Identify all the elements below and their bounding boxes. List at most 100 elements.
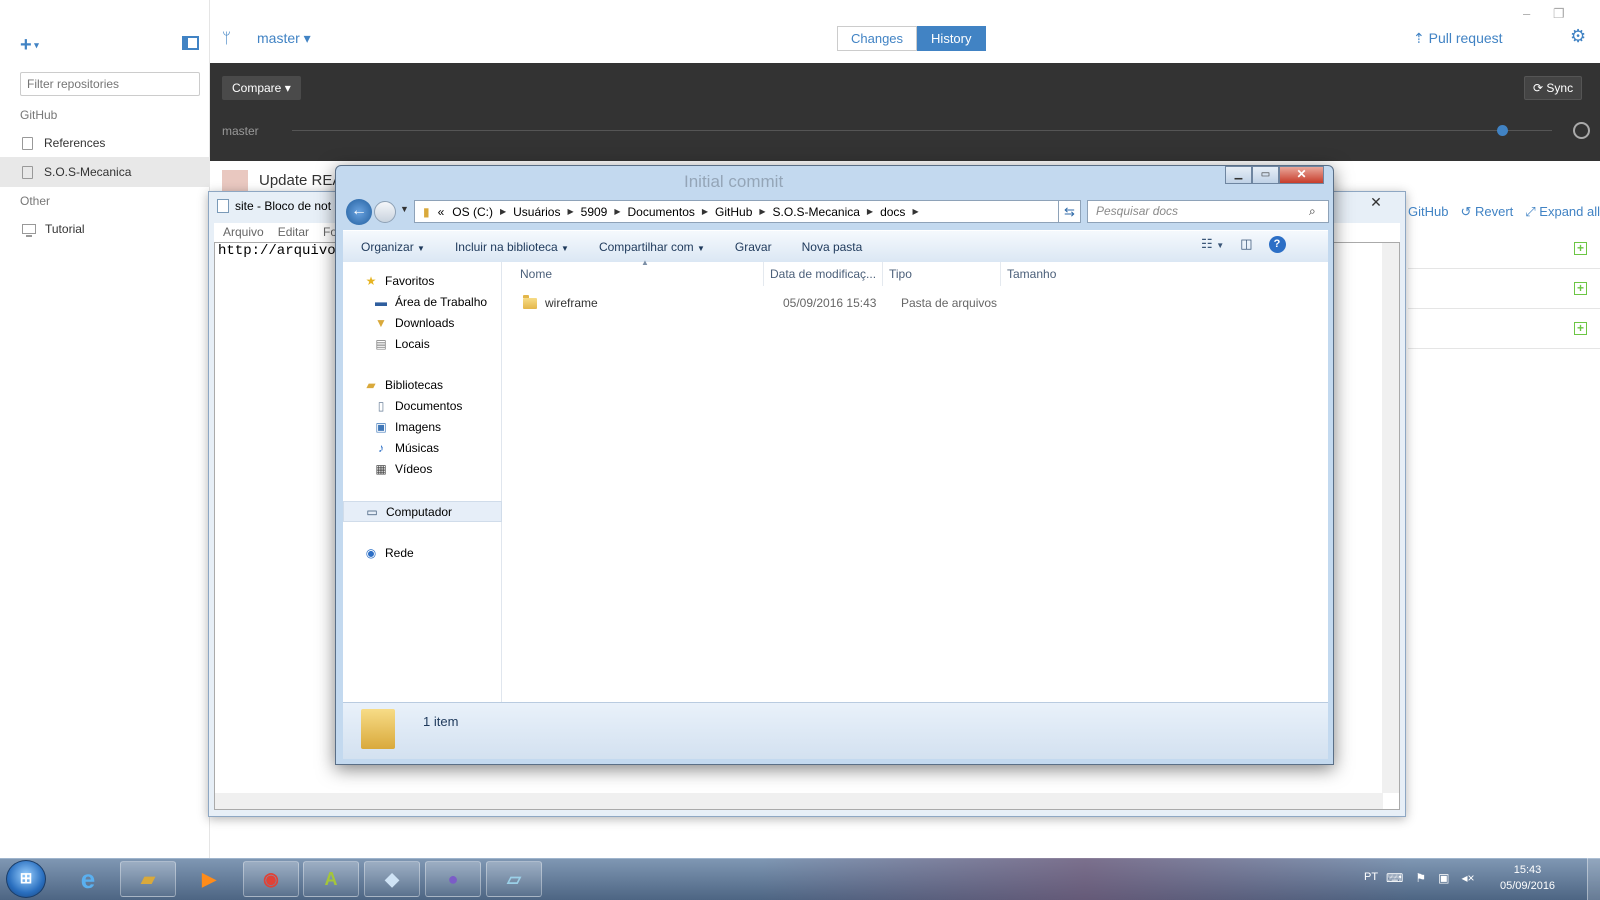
refresh-icon[interactable]: ⇆ [1058,200,1081,223]
sync-button[interactable]: ⟳ Sync [1524,76,1583,100]
include-in-library-menu[interactable]: Incluir na biblioteca ▼ [455,240,569,254]
open-on-github-link[interactable]: GitHub [1408,204,1448,220]
breadcrumb-arrow-icon[interactable]: ▶ [909,207,921,216]
burn-button[interactable]: Gravar [735,240,772,254]
added-file-icon: + [1574,242,1587,255]
android-studio-icon[interactable]: A [303,861,359,897]
github-desktop-icon[interactable]: ● [425,861,481,897]
breadcrumb-arrow-icon[interactable]: ▶ [864,207,876,216]
start-button[interactable]: ⊞ [6,860,46,898]
recent-pages-chevron-icon[interactable]: ▼ [400,204,409,214]
search-icon[interactable]: ⌕ [1309,204,1316,219]
virtualbox-icon[interactable]: ◆ [364,861,420,897]
nav-label: Bibliotecas [385,377,444,392]
minimize-icon[interactable]: – [1523,6,1530,21]
column-size[interactable]: Tamanho [1001,262,1080,286]
timeline-head-ring[interactable] [1573,122,1590,139]
pull-request-label: Pull request [1428,30,1503,46]
menu-item-edit[interactable]: Editar [278,223,309,242]
view-options-icon[interactable]: ☷ ▼ [1201,236,1224,253]
column-name[interactable]: Nome [502,262,764,286]
search-input[interactable]: Pesquisar docs [1087,200,1329,223]
compare-button[interactable]: Compare ▾ [222,76,301,100]
network-status-icon[interactable]: ▣ [1438,871,1449,885]
share-with-menu[interactable]: Compartilhar com ▼ [599,240,705,254]
nav-images[interactable]: ▣ Imagens [343,416,502,437]
pull-request-button[interactable]: ⇡ Pull request [1413,30,1503,47]
file-row[interactable]: + [1408,229,1600,269]
sidebar-item-references[interactable]: References [0,128,210,158]
breadcrumb-arrow-icon[interactable]: ▶ [699,207,711,216]
nav-downloads[interactable]: ▼ Downloads [343,312,502,333]
nav-documents[interactable]: ▯ Documentos [343,395,502,416]
breadcrumb-item[interactable]: 5909 [577,205,612,219]
desktop-icon: ▬ [375,294,387,309]
breadcrumb-item[interactable]: docs [876,205,909,219]
address-bar[interactable]: ▮ « OS (C:) ▶ Usuários ▶ 5909 ▶ Documentos ▶… [414,200,1076,223]
language-indicator[interactable]: PT [1364,871,1378,883]
nav-desktop[interactable]: ▬ Área de Trabalho [343,291,502,312]
gear-icon[interactable]: ⚙ [1570,26,1586,47]
close-icon[interactable]: ✕ [1279,166,1324,184]
media-player-icon[interactable]: ▶ [181,861,237,897]
add-repository-button[interactable]: + ▾ [20,34,39,57]
action-center-flag-icon[interactable]: ⚑ [1415,871,1426,885]
timeline-commit-dot[interactable] [1497,125,1508,136]
help-icon[interactable]: ? [1268,236,1286,253]
maximize-icon[interactable]: ▭ [1252,166,1279,184]
file-row[interactable]: + [1408,309,1600,349]
breadcrumb-arrow-icon[interactable]: ▶ [756,207,768,216]
new-folder-button[interactable]: Nova pasta [802,240,863,254]
file-row[interactable]: + [1408,269,1600,309]
horizontal-scrollbar[interactable] [215,793,1383,809]
column-date[interactable]: Data de modificaç... [764,262,883,286]
keyboard-icon[interactable]: ⌨ [1386,871,1403,885]
file-explorer-icon[interactable]: ▰ [120,861,176,897]
revert-button[interactable]: ↺ Revert [1460,204,1513,220]
branch-selector[interactable]: master ▾ [257,30,311,47]
sidebar-toggle-icon[interactable] [182,36,199,50]
nav-favorites[interactable]: ★ Favoritos [343,270,502,291]
breadcrumb-item[interactable]: Documentos [624,205,699,219]
breadcrumb-arrow-icon[interactable]: ▶ [611,207,623,216]
breadcrumb-arrow-icon[interactable]: ▶ [564,207,576,216]
nav-libraries[interactable]: ▰ Bibliotecas [343,374,502,395]
filter-repositories-input[interactable] [20,72,200,96]
file-type: Pasta de arquivos [901,296,998,310]
nav-computer[interactable]: ▭ Computador [343,501,502,522]
tab-history[interactable]: History [917,26,986,51]
file-row-wireframe[interactable]: wireframe 05/09/2016 15:43 Pasta de arqu… [502,292,1328,314]
restore-icon[interactable]: ❐ [1553,6,1565,22]
expand-all-button[interactable]: ⤢ Expand all [1525,204,1600,220]
internet-explorer-icon[interactable]: e [60,861,116,897]
clock[interactable]: 15:43 05/09/2016 [1500,862,1555,894]
chrome-icon[interactable]: ◉ [243,861,299,897]
breadcrumb-item[interactable]: GitHub [711,205,756,219]
breadcrumb-item[interactable]: S.O.S-Mecanica [769,205,864,219]
nav-videos[interactable]: ▦ Vídeos [343,458,502,479]
notepad-icon[interactable]: ▱ [486,861,542,897]
minimize-icon[interactable]: ▁ [1225,166,1252,184]
sidebar-item-tutorial[interactable]: Tutorial [0,214,210,244]
notepad-content: http://arquivo. [218,243,345,259]
close-icon[interactable]: ✕ [1358,194,1394,212]
overflow-chevron-icon[interactable]: « [434,205,449,219]
sidebar-item-sos-mecanica[interactable]: S.O.S-Mecanica [0,157,210,187]
organize-label: Organizar [361,239,414,254]
column-type[interactable]: Tipo [883,262,1001,286]
breadcrumb-item[interactable]: OS (C:) [448,205,497,219]
tab-changes[interactable]: Changes [837,26,918,51]
show-desktop-button[interactable] [1587,858,1600,900]
volume-muted-icon[interactable]: ◂× [1461,871,1474,885]
nav-network[interactable]: ◉ Rede [343,542,502,563]
preview-pane-icon[interactable]: ◫ [1240,236,1252,253]
forward-arrow-icon[interactable] [374,201,396,223]
vertical-scrollbar[interactable] [1382,243,1399,793]
nav-music[interactable]: ♪ Músicas [343,437,502,458]
organize-menu[interactable]: Organizar ▼ [361,240,425,254]
menu-item-file[interactable]: Arquivo [223,223,264,242]
back-arrow-icon[interactable]: ← [346,199,372,225]
breadcrumb-item[interactable]: Usuários [509,205,564,219]
nav-places[interactable]: ▤ Locais [343,333,502,354]
breadcrumb-arrow-icon[interactable]: ▶ [497,207,509,216]
